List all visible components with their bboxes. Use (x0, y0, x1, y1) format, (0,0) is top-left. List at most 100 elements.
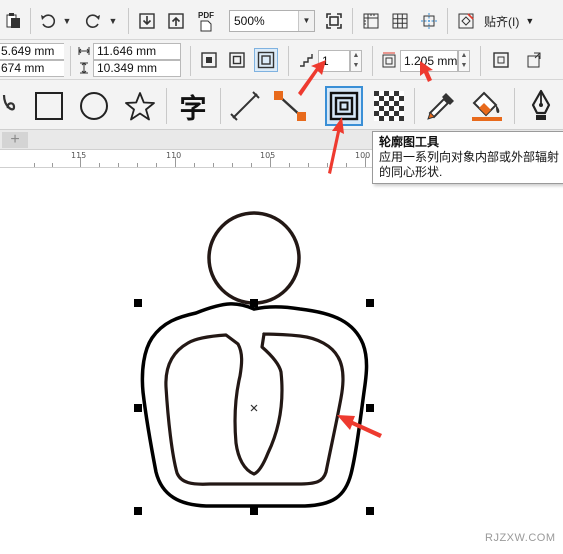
outer-contour-shape[interactable] (140, 302, 369, 508)
snap-to-label: 贴齐(I) (484, 14, 520, 29)
ruler-tick (308, 163, 309, 167)
pen-tool-icon[interactable] (524, 88, 558, 124)
separator (372, 46, 373, 76)
toolbox: 字 (0, 80, 563, 130)
contour-steps-field[interactable]: 1 (318, 50, 350, 72)
object-width-field[interactable]: 11.646 mm (93, 43, 181, 60)
parallel-dimension-tool-icon[interactable] (228, 89, 262, 123)
guidelines-icon[interactable] (418, 10, 440, 32)
selection-handle[interactable] (366, 404, 374, 412)
head-circle-shape[interactable] (207, 211, 301, 305)
publish-pdf-icon[interactable]: PDF (194, 8, 218, 34)
selection-handle[interactable] (366, 507, 374, 515)
pdf-label: PDF (198, 10, 214, 20)
contour-color-icon[interactable] (524, 49, 546, 71)
selection-handle[interactable] (134, 299, 142, 307)
selection-handle[interactable] (134, 507, 142, 515)
center-marker-icon (250, 404, 258, 412)
ruler-tick (194, 163, 195, 167)
drawing-canvas[interactable] (0, 169, 563, 554)
contour-offset-icon (380, 49, 398, 71)
ruler-tick (289, 163, 290, 167)
watermark-text: RJZXW.COM (485, 532, 556, 544)
app-window: ▼ ▼ PDF 500% ▼ 贴齐(I) ▼ 5.649 mm 674 mm 1… (0, 0, 563, 554)
height-icon (77, 61, 91, 75)
ruler-tick (118, 163, 119, 167)
interactive-fill-tool-icon[interactable] (468, 88, 506, 124)
connector-tool-icon[interactable] (272, 89, 308, 123)
separator (514, 88, 515, 124)
zoom-dropdown-icon[interactable]: ▼ (298, 11, 314, 31)
contour-offset-field[interactable]: 1.205 mm (400, 50, 458, 72)
separator (30, 8, 31, 34)
separator (288, 46, 289, 76)
star-tool-icon[interactable] (123, 90, 157, 122)
separator (480, 46, 481, 76)
contour-steps-icon (296, 49, 316, 71)
y-position-field[interactable]: 674 mm (0, 60, 64, 77)
snap-dropdown-icon: ▼ (525, 16, 535, 26)
separator (220, 88, 221, 124)
inside-contour-icon[interactable] (226, 49, 248, 71)
separator (414, 88, 415, 124)
text-tool-icon[interactable]: 字 (175, 88, 211, 124)
ruler-label-115: 115 (71, 151, 87, 160)
outside-contour-icon[interactable] (254, 48, 278, 72)
import-icon[interactable] (136, 10, 158, 32)
spiral-tool-icon[interactable] (0, 90, 22, 120)
undo-icon[interactable] (37, 10, 59, 32)
rulers-icon[interactable] (360, 10, 382, 32)
contour-corners-icon[interactable] (490, 49, 512, 71)
ruler-tick (156, 163, 157, 167)
ruler-tick (213, 163, 214, 167)
ruler-tick (99, 163, 100, 167)
snap-to-menu[interactable]: 贴齐(I) ▼ (484, 10, 550, 32)
width-icon (77, 44, 91, 58)
selection-handle[interactable] (250, 507, 258, 515)
selection-handle[interactable] (250, 299, 258, 307)
separator (447, 8, 448, 34)
property-bar: 5.649 mm 674 mm 11.646 mm 10.349 mm 1 ▲ ▼ (0, 40, 563, 80)
contour-steps-spinner[interactable]: ▲ ▼ (350, 50, 362, 72)
color-eyedropper-tool-icon[interactable] (422, 88, 460, 124)
ruler-tick (251, 163, 252, 167)
snap-icon[interactable] (455, 10, 477, 32)
tooltip-body: 应用一系列向对象内部或外部辐射的同心形状. (379, 150, 560, 179)
ruler-tick (52, 163, 53, 167)
redo-dropdown-icon[interactable]: ▼ (108, 14, 118, 28)
x-position-field[interactable]: 5.649 mm (0, 43, 64, 60)
contour-offset-spinner[interactable]: ▲ ▼ (458, 50, 470, 72)
selection-handle[interactable] (366, 299, 374, 307)
undo-dropdown-icon[interactable]: ▼ (62, 14, 72, 28)
object-height-field[interactable]: 10.349 mm (93, 60, 181, 77)
paste-icon[interactable] (2, 10, 24, 32)
canvas-artwork (134, 211, 374, 515)
separator (128, 8, 129, 34)
ruler-label-105: 105 (260, 151, 276, 160)
contour-tool-icon[interactable] (325, 86, 363, 126)
ruler-tick (137, 163, 138, 167)
add-document-tab-button[interactable]: + (2, 132, 28, 148)
to-center-icon[interactable] (198, 49, 220, 71)
zoom-level-combobox[interactable]: 500% ▼ (229, 10, 315, 32)
ruler-tick (34, 163, 35, 167)
export-icon[interactable] (165, 10, 187, 32)
transparency-tool-icon[interactable] (372, 89, 406, 123)
ruler-tick (327, 163, 328, 167)
ellipse-tool-icon[interactable] (78, 90, 110, 122)
tooltip-title: 轮廓图工具 (379, 135, 440, 149)
selection-handle[interactable] (134, 404, 142, 412)
separator (166, 88, 167, 124)
separator (70, 46, 71, 76)
ruler-label-100: 100 (355, 151, 371, 160)
ruler-label-110: 110 (166, 151, 182, 160)
ruler-tick (232, 163, 233, 167)
redo-icon[interactable] (82, 10, 104, 32)
separator (352, 8, 353, 34)
grid-icon[interactable] (389, 10, 411, 32)
full-screen-icon[interactable] (323, 10, 345, 32)
zoom-level-value: 500% (234, 14, 265, 28)
rectangle-tool-icon[interactable] (33, 90, 65, 122)
separator (190, 46, 191, 76)
standard-toolbar: ▼ ▼ PDF 500% ▼ 贴齐(I) ▼ (0, 0, 563, 40)
